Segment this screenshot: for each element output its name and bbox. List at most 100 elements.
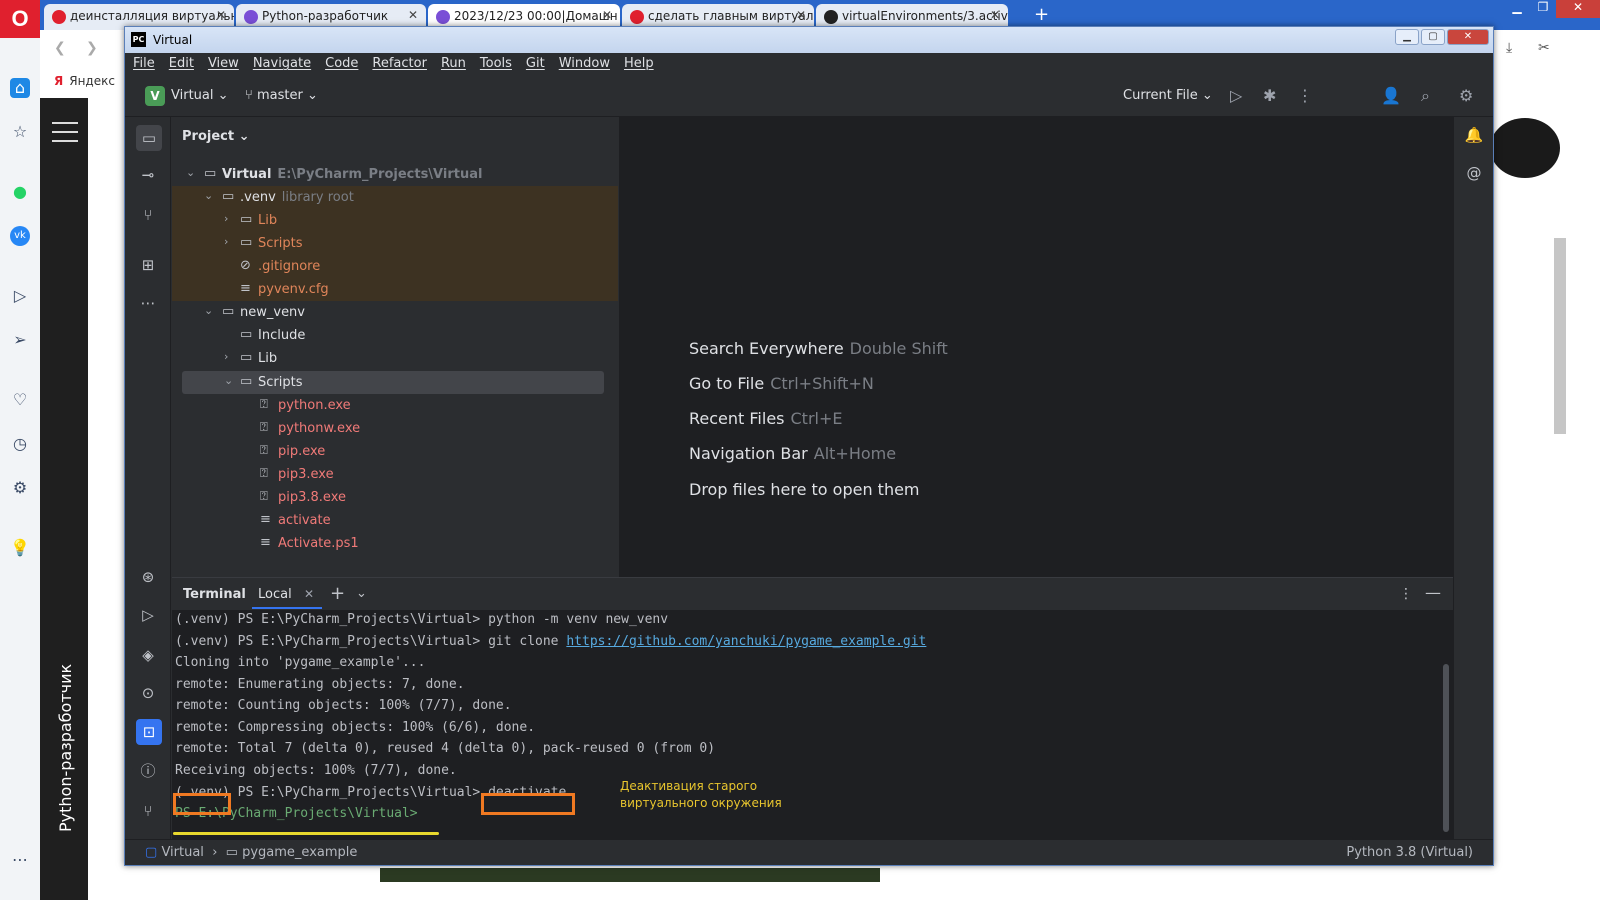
notifications-bell-icon[interactable]: 🔔	[1464, 125, 1484, 145]
close-tab-icon[interactable]: ✕	[304, 587, 314, 601]
pull-requests-icon[interactable]: ⑂	[138, 205, 158, 225]
chevron-down-icon[interactable]: ⌄	[204, 304, 213, 317]
interpreter-selector[interactable]: Python 3.8 (Virtual)	[1346, 845, 1473, 860]
menu-tools[interactable]: Tools	[480, 56, 512, 77]
page-scrollbar[interactable]	[1554, 238, 1566, 434]
tree-item-pip-exe[interactable]: ⍰ pip.exe	[172, 440, 618, 463]
tree-item-virtual[interactable]: ⌄ ▭ Virtual E:\PyCharm_Projects\Virtual	[172, 163, 618, 186]
close-window-icon[interactable]: ✕	[1447, 29, 1489, 45]
terminal-output[interactable]: (.venv) PS E:\PyCharm_Projects\Virtual> …	[172, 610, 1453, 840]
layers-icon[interactable]: ◈	[138, 645, 158, 665]
search-icon[interactable]: ⌕	[1421, 86, 1430, 106]
run-icon[interactable]: ▷	[1230, 86, 1242, 105]
editor-empty-area[interactable]: Search Everywhere Double Shift Go to File…	[619, 117, 1453, 577]
structure-icon[interactable]: ⊞	[138, 255, 158, 275]
run-panel-icon[interactable]: ▷	[138, 605, 158, 625]
menu-window[interactable]: Window	[559, 56, 610, 77]
chevron-down-icon[interactable]: ⌄	[186, 166, 195, 179]
menu-run[interactable]: Run	[441, 56, 466, 77]
menu-help[interactable]: Help	[624, 56, 654, 77]
problems-icon[interactable]: ⓘ	[138, 761, 158, 781]
python-console-icon[interactable]: ⊛	[138, 567, 158, 587]
close-tab-icon[interactable]: ✕	[796, 8, 806, 22]
terminal-scrollbar[interactable]	[1443, 664, 1449, 832]
tree-item-lib-2[interactable]: › ▭ Lib	[172, 347, 618, 370]
history-icon[interactable]: ◷	[10, 434, 30, 454]
user-avatar-icon[interactable]	[1490, 118, 1560, 178]
close-tab-icon[interactable]: ✕	[990, 8, 1000, 22]
home-icon[interactable]: ⌂	[10, 78, 30, 98]
tree-item-pythonw-exe[interactable]: ⍰ pythonw.exe	[172, 417, 618, 440]
menu-file[interactable]: File	[133, 56, 155, 77]
tree-item-include[interactable]: ▭ Include	[172, 324, 618, 347]
vk-icon[interactable]: vk	[10, 226, 30, 246]
more-icon[interactable]: ⋯	[10, 850, 30, 870]
project-badge[interactable]: V	[145, 86, 165, 106]
new-tab-button[interactable]: +	[1034, 4, 1049, 25]
scissors-icon[interactable]: ✂	[1538, 40, 1550, 56]
new-terminal-plus-icon[interactable]: +	[330, 583, 345, 604]
settings-gear-icon[interactable]: ⚙	[1459, 86, 1473, 105]
tree-item-lib[interactable]: › ▭ Lib	[172, 209, 618, 232]
menu-view[interactable]: View	[208, 56, 239, 77]
close-tab-icon[interactable]: ✕	[602, 8, 612, 22]
more-vertical-icon[interactable]: ⋮	[1297, 86, 1313, 105]
tree-item-new-venv[interactable]: ⌄ ▭ new_venv	[172, 301, 618, 324]
chevron-down-icon[interactable]: ⌄	[224, 374, 233, 387]
tree-item-python-exe[interactable]: ⍰ python.exe	[172, 394, 618, 417]
whatsapp-icon[interactable]: ●	[10, 182, 30, 202]
tree-item-gitignore[interactable]: ⊘ .gitignore	[172, 255, 618, 278]
forward-arrow-icon[interactable]: ❯	[86, 40, 98, 56]
menu-refactor[interactable]: Refactor	[372, 56, 427, 77]
menu-code[interactable]: Code	[325, 56, 358, 77]
terminal-icon[interactable]: ⊡	[136, 719, 162, 745]
services-icon[interactable]: ⊙	[138, 683, 158, 703]
minimize-panel-icon[interactable]: —	[1425, 583, 1441, 602]
chevron-right-icon[interactable]: ›	[224, 235, 228, 248]
downloads-icon[interactable]: ⤓	[1506, 40, 1512, 56]
send-icon[interactable]: ➢	[10, 330, 30, 350]
star-icon[interactable]: ☆	[10, 122, 30, 142]
tree-item-venv[interactable]: ⌄ ▭ .venv library root	[172, 186, 618, 209]
minimize-icon[interactable]: ▁	[1395, 29, 1419, 45]
debug-icon[interactable]: ✱	[1263, 86, 1276, 105]
chevron-down-icon[interactable]: ⌄	[356, 586, 367, 601]
browser-logo[interactable]: O	[0, 0, 40, 38]
commit-icon[interactable]: ⊸	[138, 165, 158, 185]
clone-url-link[interactable]: https://github.com/yanchuki/pygame_examp…	[566, 634, 926, 649]
chevron-right-icon[interactable]: ›	[224, 350, 228, 363]
tree-item-pip38-exe[interactable]: ⍰ pip3.8.exe	[172, 486, 618, 509]
tree-item-scripts[interactable]: › ▭ Scripts	[172, 232, 618, 255]
project-panel-title[interactable]: Project ⌄	[182, 129, 250, 144]
branch-selector[interactable]: ⑂ master ⌄	[245, 88, 318, 103]
back-arrow-icon[interactable]: ❮	[54, 40, 66, 56]
breadcrumb-folder[interactable]: pygame_example	[242, 845, 357, 860]
ai-assistant-icon[interactable]: @	[1464, 163, 1484, 183]
project-selector[interactable]: Virtual ⌄	[171, 88, 229, 103]
tree-item-scripts-selected[interactable]: ⌄ ▭ Scripts	[182, 371, 604, 394]
tree-item-activate[interactable]: ≡ activate	[172, 509, 618, 532]
settings-icon[interactable]: ⚙	[10, 478, 30, 498]
git-icon[interactable]: ⑂	[138, 801, 158, 821]
more-tools-icon[interactable]: ⋯	[138, 293, 158, 313]
close-tab-icon[interactable]: ✕	[216, 8, 226, 22]
run-config-selector[interactable]: Current File ⌄	[1123, 88, 1213, 103]
tree-item-activate-ps1[interactable]: ≡ Activate.ps1	[172, 532, 618, 555]
chevron-right-icon[interactable]: ›	[224, 212, 228, 225]
lightbulb-icon[interactable]: 💡	[10, 538, 30, 558]
more-vertical-icon[interactable]: ⋮	[1399, 586, 1413, 602]
bookmark-yandex[interactable]: Я Яндекс	[54, 74, 115, 88]
hamburger-icon[interactable]	[52, 122, 78, 149]
breadcrumb-project[interactable]: Virtual	[161, 845, 203, 860]
tree-item-pip3-exe[interactable]: ⍰ pip3.exe	[172, 463, 618, 486]
close-tab-icon[interactable]: ✕	[408, 8, 418, 22]
minimize-icon[interactable]: ▁	[1504, 0, 1530, 18]
menu-navigate[interactable]: Navigate	[253, 56, 311, 77]
player-icon[interactable]: ▷	[10, 286, 30, 306]
menu-git[interactable]: Git	[526, 56, 545, 77]
add-user-icon[interactable]: 👤	[1381, 86, 1401, 105]
chevron-down-icon[interactable]: ⌄	[204, 189, 213, 202]
heart-icon[interactable]: ♡	[10, 390, 30, 410]
close-window-icon[interactable]: ✕	[1556, 0, 1600, 18]
terminal-tab-local[interactable]: Local	[258, 587, 292, 602]
